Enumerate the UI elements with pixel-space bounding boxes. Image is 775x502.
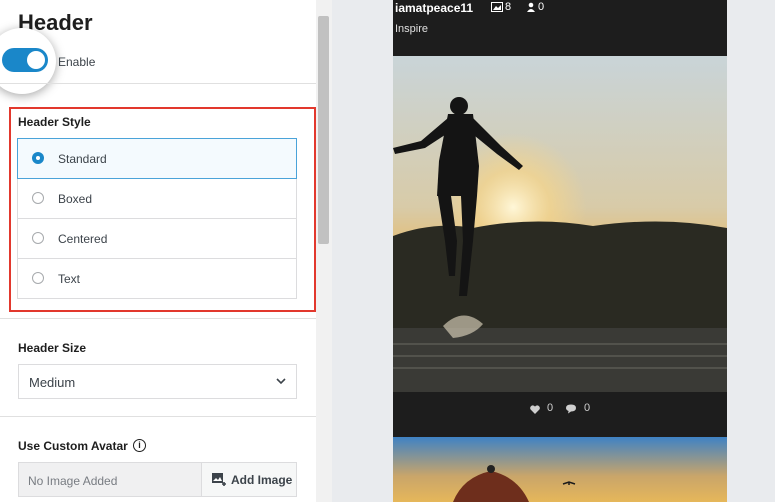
radio-selected-icon (32, 152, 44, 164)
divider (0, 318, 316, 319)
info-icon[interactable]: i (133, 439, 146, 452)
header-size-label: Header Size (18, 341, 87, 355)
feed-preview: iamatpeace11 8 0 Inspire 0 0 (393, 0, 727, 502)
header-style-label: Header Style (18, 115, 91, 129)
radio-icon (32, 232, 44, 244)
preview-bio: Inspire (395, 23, 429, 35)
option-label: Centered (58, 232, 108, 246)
radio-icon (32, 192, 44, 204)
add-image-icon (212, 473, 226, 486)
add-image-label: Add Image (231, 473, 293, 487)
image-count-icon (491, 2, 503, 12)
heart-icon (530, 405, 540, 414)
option-boxed[interactable]: Boxed (17, 179, 297, 219)
add-image-button[interactable]: Add Image (201, 462, 297, 497)
custom-avatar-label: Use Custom Avatar (18, 439, 128, 453)
option-label: Boxed (58, 192, 93, 206)
header-size-value: Medium (29, 375, 76, 390)
sunset-jump-photo[interactable] (393, 56, 727, 392)
likes-count: 0 (547, 402, 554, 414)
divider (0, 83, 316, 84)
option-text[interactable]: Text (17, 259, 297, 299)
scroll-thumb[interactable] (318, 16, 329, 244)
toggle-knob (27, 51, 45, 69)
avatar-placeholder: No Image Added (28, 474, 118, 488)
option-label: Standard (58, 152, 107, 166)
panel-scrollbar[interactable] (316, 0, 332, 502)
option-centered[interactable]: Centered (17, 219, 297, 259)
posts-count: 8 (505, 1, 512, 13)
comments-count: 0 (584, 402, 591, 414)
option-label: Text (58, 272, 81, 286)
radio-icon (32, 272, 44, 284)
header-style-options: Standard Boxed Centered Text (17, 138, 297, 299)
avatar-field: No Image Added (18, 462, 202, 497)
enable-toggle[interactable] (2, 48, 48, 72)
settings-panel: Header Enable Header Style Standard Boxe… (0, 0, 317, 502)
enable-label: Enable (58, 55, 96, 69)
comment-icon (566, 404, 576, 414)
followers-count: 0 (538, 1, 545, 13)
chevron-down-icon (276, 378, 286, 385)
user-icon (527, 2, 535, 12)
header-size-select[interactable]: Medium (18, 364, 297, 399)
second-photo[interactable] (393, 437, 727, 502)
preview-username: iamatpeace11 (395, 1, 474, 15)
divider (0, 416, 316, 417)
option-standard[interactable]: Standard (17, 138, 297, 179)
